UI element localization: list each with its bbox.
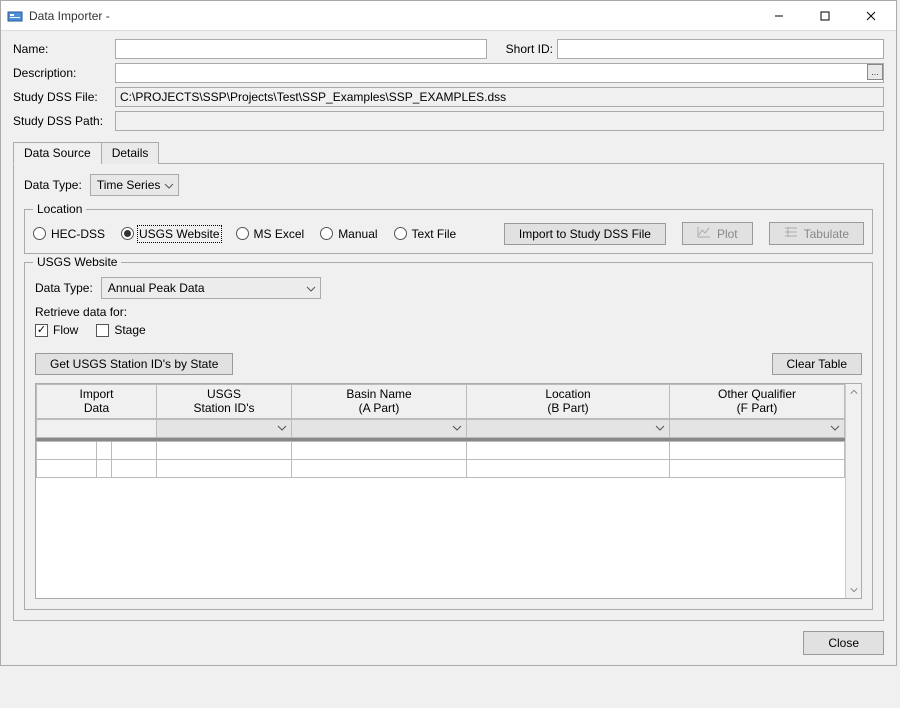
retrieve-label: Retrieve data for: xyxy=(35,305,862,319)
titlebar: Data Importer - xyxy=(1,1,896,31)
datatype-select[interactable]: Time Series xyxy=(90,174,180,196)
description-expand-button[interactable]: … xyxy=(867,64,883,80)
data-importer-window: Data Importer - Name: Short ID: Descript… xyxy=(0,0,897,666)
radio-text-file[interactable]: Text File xyxy=(394,227,457,241)
plot-icon xyxy=(697,226,711,241)
flow-label: Flow xyxy=(53,323,78,337)
checkbox-stage[interactable]: Stage xyxy=(96,323,145,337)
chevron-down-icon xyxy=(164,180,174,190)
usgs-datatype-value: Annual Peak Data xyxy=(108,281,205,295)
tabulate-label: Tabulate xyxy=(804,227,849,241)
close-label: Close xyxy=(828,636,859,650)
table-filter-row xyxy=(36,419,845,438)
stage-label: Stage xyxy=(114,323,145,337)
checkbox-icon xyxy=(35,324,48,337)
dssfile-label: Study DSS File: xyxy=(13,90,111,104)
dsspath-input[interactable] xyxy=(115,111,884,131)
import-to-study-button[interactable]: Import to Study DSS File xyxy=(504,223,666,245)
plot-button[interactable]: Plot xyxy=(682,222,753,245)
chevron-down-icon xyxy=(277,422,287,432)
datatype-value: Time Series xyxy=(97,178,161,192)
shortid-input[interactable] xyxy=(557,39,884,59)
filter-usgs[interactable] xyxy=(157,419,292,437)
close-dialog-button[interactable]: Close xyxy=(803,631,884,655)
tab-data-source[interactable]: Data Source xyxy=(13,142,102,164)
window-title: Data Importer - xyxy=(29,9,756,23)
shortid-label: Short ID: xyxy=(497,42,553,56)
datatype-label: Data Type: xyxy=(24,178,82,192)
get-usgs-button[interactable]: Get USGS Station ID's by State xyxy=(35,353,233,375)
tab-panel-data-source: Data Type: Time Series Location HEC-DSS … xyxy=(13,163,884,621)
tabstrip: Data Source Details xyxy=(13,141,884,163)
usgs-group-label: USGS Website xyxy=(33,255,121,269)
filter-basin[interactable] xyxy=(292,419,467,437)
radio-ms-excel[interactable]: MS Excel xyxy=(236,227,305,241)
col-basin[interactable]: Basin Name(A Part) xyxy=(292,385,467,419)
radio-icon xyxy=(236,227,249,240)
tab-details[interactable]: Details xyxy=(101,142,160,164)
chevron-down-icon xyxy=(655,422,665,432)
radio-icon xyxy=(320,227,333,240)
name-label: Name: xyxy=(13,42,111,56)
radio-ms-excel-label: MS Excel xyxy=(254,227,305,241)
radio-manual[interactable]: Manual xyxy=(320,227,377,241)
plot-label: Plot xyxy=(717,227,738,241)
tab-data-source-label: Data Source xyxy=(24,146,91,160)
usgs-website-group: USGS Website Data Type: Annual Peak Data… xyxy=(24,262,873,610)
radio-icon xyxy=(121,227,134,240)
description-wrap: … xyxy=(115,63,884,83)
dsspath-label: Study DSS Path: xyxy=(13,114,111,128)
tabulate-icon xyxy=(784,226,798,241)
scroll-down-icon xyxy=(847,583,861,597)
radio-usgs-label: USGS Website xyxy=(139,227,219,241)
radio-icon xyxy=(33,227,46,240)
radio-text-file-label: Text File xyxy=(412,227,457,241)
location-legend: Location xyxy=(33,202,86,216)
import-to-study-label: Import to Study DSS File xyxy=(519,227,651,241)
radio-icon xyxy=(394,227,407,240)
maximize-button[interactable] xyxy=(802,1,848,31)
dssfile-input[interactable] xyxy=(115,87,884,107)
radio-usgs-website[interactable]: USGS Website xyxy=(121,227,219,241)
clear-table-button[interactable]: Clear Table xyxy=(772,353,862,375)
radio-hec-dss[interactable]: HEC-DSS xyxy=(33,227,105,241)
app-icon xyxy=(7,8,23,24)
filter-import[interactable] xyxy=(37,419,157,437)
table-row[interactable] xyxy=(37,459,845,477)
table-body xyxy=(36,441,845,478)
usgs-datatype-select[interactable]: Annual Peak Data xyxy=(101,277,321,299)
checkbox-icon xyxy=(96,324,109,337)
close-button[interactable] xyxy=(848,1,894,31)
tab-details-label: Details xyxy=(112,146,149,160)
filter-other[interactable] xyxy=(670,419,845,437)
table-empty-area xyxy=(36,478,845,598)
description-input[interactable] xyxy=(115,63,884,83)
col-usgs[interactable]: USGSStation ID's xyxy=(157,385,292,419)
radio-hec-dss-label: HEC-DSS xyxy=(51,227,105,241)
tabulate-button[interactable]: Tabulate xyxy=(769,222,864,245)
vertical-scrollbar[interactable] xyxy=(845,384,861,598)
usgs-datatype-label: Data Type: xyxy=(35,281,93,295)
footer: Close xyxy=(1,625,896,665)
content-area: Name: Short ID: Description: … Study DSS… xyxy=(1,31,896,625)
minimize-button[interactable] xyxy=(756,1,802,31)
col-import[interactable]: ImportData xyxy=(37,385,157,419)
station-table: ImportData USGSStation ID's Basin Name(A… xyxy=(35,383,862,599)
location-group: Location HEC-DSS USGS Website MS Excel xyxy=(24,202,873,254)
checkbox-flow[interactable]: Flow xyxy=(35,323,78,337)
col-location[interactable]: Location(B Part) xyxy=(467,385,670,419)
clear-table-label: Clear Table xyxy=(787,357,847,371)
name-input[interactable] xyxy=(115,39,487,59)
description-label: Description: xyxy=(13,66,111,80)
col-other[interactable]: Other Qualifier(F Part) xyxy=(670,385,845,419)
chevron-down-icon xyxy=(306,283,316,293)
get-usgs-label: Get USGS Station ID's by State xyxy=(50,357,218,371)
radio-manual-label: Manual xyxy=(338,227,377,241)
chevron-down-icon xyxy=(830,422,840,432)
table-row[interactable] xyxy=(37,441,845,459)
chevron-down-icon xyxy=(452,422,462,432)
scroll-up-icon xyxy=(847,385,861,399)
filter-location[interactable] xyxy=(467,419,670,437)
table-header: ImportData USGSStation ID's Basin Name(A… xyxy=(36,384,845,419)
